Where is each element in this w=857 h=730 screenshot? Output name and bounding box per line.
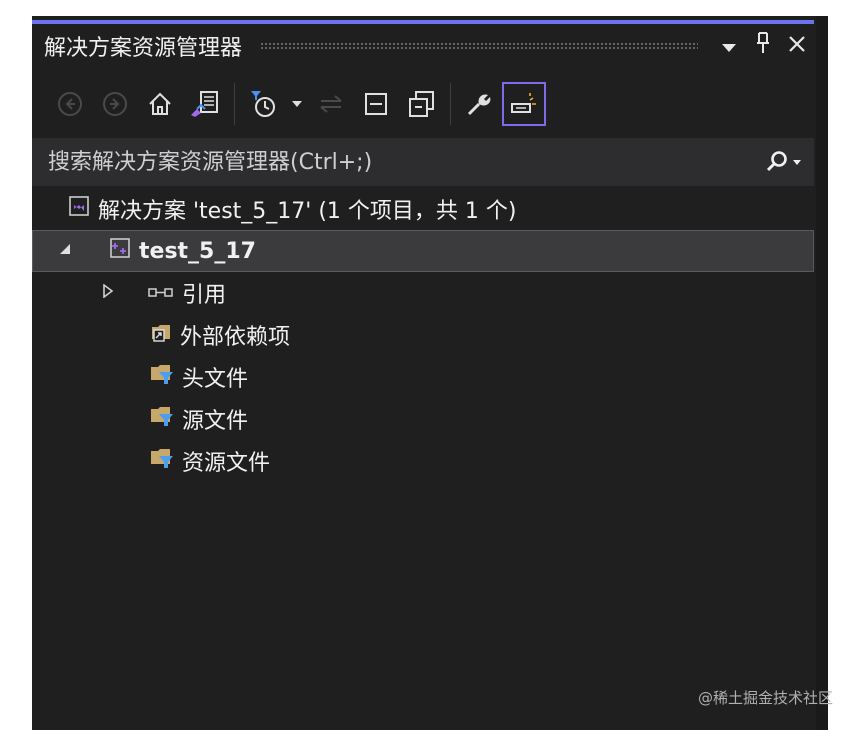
tree-item-solution[interactable]: 解决方案 'test_5_17' (1 个项目，共 1 个) [32,188,814,230]
references-icon [148,281,174,306]
tree-item-source-files[interactable]: 源文件 [32,398,814,440]
filter-folder-icon [150,447,174,475]
filter-folder-icon [150,363,174,391]
search-input[interactable] [32,148,756,176]
toolbar-separator [234,83,235,125]
tree-item-external-dependencies[interactable]: 外部依赖项 [32,314,814,356]
solution-icon [68,195,90,223]
sync-icon[interactable] [311,84,351,124]
switch-views-icon[interactable] [185,84,225,124]
dropdown-icon[interactable] [288,84,306,124]
panel-titlebar[interactable]: 解决方案资源管理器 [32,24,814,68]
tree-item-header-files[interactable]: 头文件 [32,356,814,398]
project-label: test_5_17 [139,238,256,264]
properties-icon[interactable] [459,84,499,124]
external-dependencies-icon [150,321,172,349]
pending-changes-filter-icon[interactable] [243,84,283,124]
close-icon[interactable] [780,34,814,59]
cpp-project-icon [109,237,131,265]
collapse-all-icon[interactable] [356,84,396,124]
watermark: @稀土掘金技术社区 [697,689,833,707]
solution-explorer-panel: 解决方案资源管理器 搜索解决方案资源管理器(Ctrl+;) 解决方案 'test… [32,16,828,730]
pin-icon[interactable] [746,32,780,60]
toolbar [32,72,814,136]
panel-title: 解决方案资源管理器 [44,36,243,61]
filter-folder-icon [150,405,174,433]
triangle-down-icon[interactable] [712,34,746,59]
references-label: 引用 [182,283,227,308]
collapsed-triangle-icon[interactable] [102,283,114,302]
header-files-label: 头文件 [182,367,249,392]
expanded-triangle-icon[interactable] [59,243,71,259]
solution-label: 解决方案 'test_5_17' (1 个项目，共 1 个) [98,199,517,224]
home-icon[interactable] [140,84,180,124]
search-bar [32,138,814,186]
drag-grip[interactable] [260,42,698,50]
tree-item-resource-files[interactable]: 资源文件 [32,440,814,482]
toolbar-separator [450,83,451,125]
preview-selected-icon[interactable] [502,82,546,126]
show-all-files-icon[interactable] [401,84,441,124]
back-icon[interactable] [50,84,90,124]
tree-item-references[interactable]: 引用 [32,272,814,314]
search-icon[interactable] [756,150,814,174]
forward-icon[interactable] [95,84,135,124]
source-files-label: 源文件 [182,409,249,434]
external-dependencies-label: 外部依赖项 [180,325,291,350]
tree-item-project[interactable]: test_5_17 [32,230,814,272]
solution-tree: 解决方案 'test_5_17' (1 个项目，共 1 个) test_5_17… [32,188,814,482]
scrollbar-track[interactable] [816,16,828,730]
resource-files-label: 资源文件 [182,451,271,476]
